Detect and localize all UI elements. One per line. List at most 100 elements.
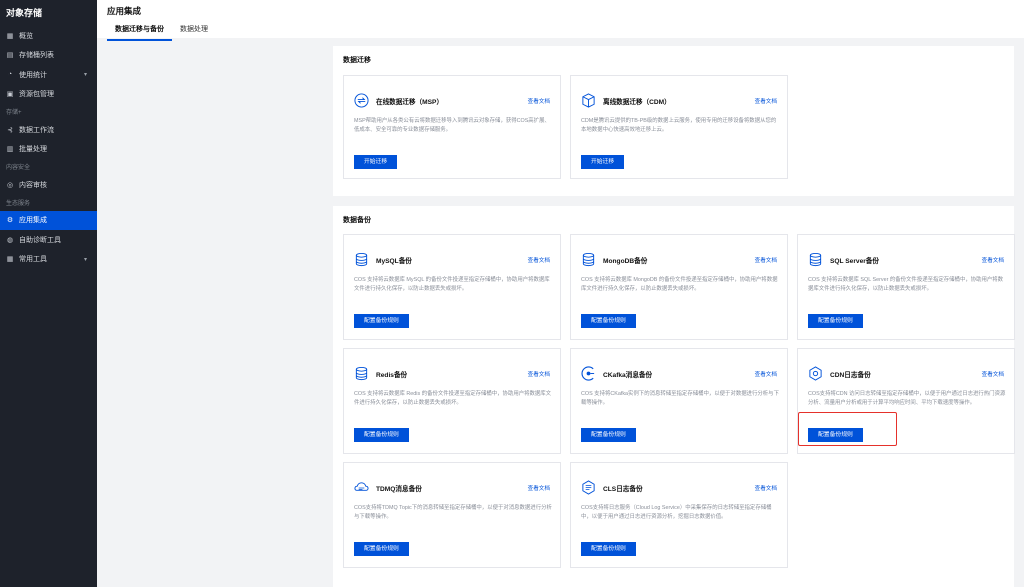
configure-backup-button[interactable]: 配置备份规则 [581,314,636,328]
tab-bar: 数据迁移与备份 数据处理 [107,22,216,41]
card-description: COS 支持将云数据库 MongoDB 的备份文件投递至指定存储桶中，协助用户将… [581,277,778,292]
sidebar-group-eco: 生态服务 [6,200,31,207]
card-cdm: 离线数据迁移（CDM） 查看文档 CDM是腾讯云提供的TB-PB级的数据上云服务… [570,75,788,179]
configure-backup-button[interactable]: 配置备份规则 [581,542,636,556]
audit-icon: ◎ [6,181,14,189]
view-docs-link[interactable]: 查看文档 [755,256,777,264]
kafka-icon [581,366,596,381]
card-description: COS 支持将云数据库 MySQL 的备份文件投递至指定存储桶中，协助用户将数据… [354,277,550,292]
card-ckafka-backup: CKafka消息备份 查看文档 COS 支持将CKafka实例下的消息转储至指定… [570,348,788,454]
sidebar-item-overview[interactable]: ▦ 概览 [0,26,97,46]
card-cls-log-backup: CLS日志备份 查看文档 COS支持将日志服务（Cloud Log Servic… [570,462,788,568]
sidebar-item-workflow[interactable]: ⊰ 数据工作流 [0,120,97,140]
view-docs-link[interactable]: 查看文档 [528,484,550,492]
section-title: 数据备份 [343,217,371,224]
configure-backup-button[interactable]: 配置备份规则 [581,428,636,442]
sidebar-item-audit[interactable]: ◎ 内容审核 [0,175,97,195]
sidebar-item-label: 内容审核 [19,181,47,189]
log-icon [581,480,596,495]
database-icon [354,366,369,381]
cdn-icon [808,366,823,381]
sidebar-item-label: 概览 [19,32,33,40]
card-title: SQL Server备份 [830,258,879,265]
view-docs-link[interactable]: 查看文档 [528,370,550,378]
backup-panel: 数据备份 MySQL备份 查看文档 COS 支持将云数据库 MySQL 的备份文… [333,206,1015,587]
card-mongodb-backup: MongoDB备份 查看文档 COS 支持将云数据库 MongoDB 的备份文件… [570,234,788,340]
highlight-box [798,412,897,446]
batch-icon: ▥ [6,146,14,154]
sidebar-item-label: 使用统计 [19,71,47,79]
migrate-offline-icon [581,93,596,108]
card-redis-backup: Redis备份 查看文档 COS 支持将云数据库 Redis 的备份文件投递至指… [343,348,561,454]
view-docs-link[interactable]: 查看文档 [528,256,550,264]
sidebar: 对象存储 ▦ 概览 ▤ 存储桶列表 ◔ 使用统计 ▾ ▣ 资源包管理 存储+ ⊰… [0,0,97,587]
card-description: COS 支持将云数据库 Redis 的备份文件投递至指定存储桶中，协助用户将数据… [354,391,552,406]
view-docs-link[interactable]: 查看文档 [982,256,1004,264]
tab-migration-backup[interactable]: 数据迁移与备份 [107,22,172,41]
chevron-down-icon: ▾ [83,72,87,79]
bucket-list-icon: ▤ [6,52,14,60]
section-title: 数据迁移 [343,57,371,64]
diagnose-icon: ◍ [6,236,14,244]
sidebar-item-batch[interactable]: ▥ 批量处理 [0,140,97,160]
sidebar-item-label: 资源包管理 [19,91,54,99]
card-description: CDM是腾讯云提供的TB-PB级的数据上云服务，使用专用的迁移设备将数据从您的本… [581,118,777,133]
card-title: TDMQ消息备份 [376,486,422,493]
workflow-icon: ⊰ [7,126,13,134]
card-description: COS支持将日志服务（Cloud Log Service）中采集保存的日志转储至… [581,505,772,520]
configure-backup-button[interactable]: 配置备份规则 [354,428,409,442]
migrate-online-icon [354,93,369,108]
card-sqlserver-backup: SQL Server备份 查看文档 COS 支持将云数据库 SQL Server… [797,234,1015,340]
configure-backup-button[interactable]: 配置备份规则 [354,314,409,328]
sidebar-item-diagnose[interactable]: ◍ 自助诊断工具 [0,230,97,250]
start-migration-button[interactable]: 开始迁移 [581,155,625,169]
card-description: MSP帮助用户从各类公有云将数据迁移导入到腾讯云对象存储，获得COS高扩展、低成… [354,118,550,133]
sidebar-item-usage-stats[interactable]: ◔ 使用统计 ▾ [0,65,97,85]
pie-chart-icon: ◔ [7,71,13,79]
sidebar-item-label: 应用集成 [19,217,47,225]
grid-icon: ▦ [6,32,14,40]
sidebar-item-label: 存储桶列表 [19,52,54,60]
card-title: 离线数据迁移（CDM） [603,99,671,106]
sidebar-item-tools[interactable]: ▦ 常用工具 ▾ [0,250,97,270]
view-docs-link[interactable]: 查看文档 [755,97,777,105]
card-title: CKafka消息备份 [603,372,653,379]
sidebar-item-label: 自助诊断工具 [19,236,61,244]
card-description: COS 支持将云数据库 SQL Server 的备份文件投递至指定存储桶中，协助… [808,277,1004,292]
card-description: COS 支持将CKafka实例下的消息转储至指定存储桶中，以便于对数据进行分析与… [581,391,779,406]
sidebar-item-label: 常用工具 [19,256,47,264]
card-title: CDN日志备份 [830,372,871,379]
sidebar-item-label: 批量处理 [19,146,47,154]
migration-panel: 数据迁移 在线数据迁移（MSP） 查看文档 MSP帮助用户从各类公有云将数据迁移… [333,46,1014,196]
sidebar-item-label: 数据工作流 [19,126,54,134]
page-title: 应用集成 [107,6,142,16]
tab-data-processing[interactable]: 数据处理 [172,22,216,41]
view-docs-link[interactable]: 查看文档 [528,97,550,105]
card-title: MongoDB备份 [603,258,648,265]
page-header: 应用集成 数据迁移与备份 数据处理 [97,0,1024,41]
database-icon [581,252,596,267]
database-icon [354,252,369,267]
view-docs-link[interactable]: 查看文档 [755,370,777,378]
message-queue-icon [354,480,369,495]
tools-icon: ▦ [6,256,14,264]
chevron-down-icon: ▾ [83,256,87,263]
sidebar-title: 对象存储 [6,8,43,18]
sidebar-item-package-mgmt[interactable]: ▣ 资源包管理 [0,85,97,105]
start-migration-button[interactable]: 开始迁移 [354,155,398,169]
sidebar-group-security: 内容安全 [6,165,31,171]
sidebar-item-bucket-list[interactable]: ▤ 存储桶列表 [0,46,97,66]
card-msp: 在线数据迁移（MSP） 查看文档 MSP帮助用户从各类公有云将数据迁移导入到腾讯… [343,75,561,179]
configure-backup-button[interactable]: 配置备份规则 [354,542,409,556]
card-title: 在线数据迁移（MSP） [376,99,444,106]
card-description: COS支持将TDMQ Topic下的消息转储至指定存储桶中，以便于对消息数据进行… [354,505,552,520]
card-title: CLS日志备份 [603,486,643,493]
view-docs-link[interactable]: 查看文档 [755,484,777,492]
sidebar-item-app-integration[interactable]: ⚙ 应用集成 [0,210,97,230]
view-docs-link[interactable]: 查看文档 [982,370,1004,378]
card-title: MySQL备份 [376,258,412,265]
card-title: Redis备份 [376,372,408,379]
gear-icon: ⚙ [6,217,14,225]
configure-backup-button[interactable]: 配置备份规则 [808,314,863,328]
package-icon: ▣ [6,91,14,99]
